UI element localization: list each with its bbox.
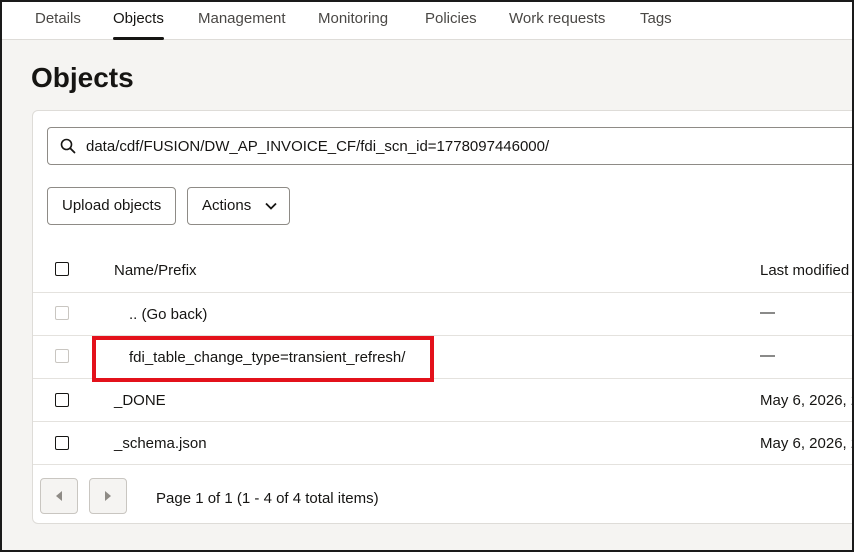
row-last-modified: — (760, 347, 775, 364)
tab-management[interactable]: Management (198, 2, 286, 40)
actions-label: Actions (202, 197, 252, 214)
tab-monitoring[interactable]: Monitoring (318, 2, 388, 40)
row-checkbox (55, 349, 69, 363)
chevron-right-icon (105, 491, 111, 501)
search-input[interactable] (86, 128, 852, 164)
row-checkbox (55, 306, 69, 320)
row-name[interactable]: _schema.json (114, 435, 207, 452)
table-row[interactable]: .. (Go back) — (33, 293, 852, 336)
tab-policies[interactable]: Policies (425, 2, 477, 40)
row-name[interactable]: _DONE (114, 392, 166, 409)
row-last-modified: May 6, 2026, 2 (760, 435, 854, 452)
actions-button[interactable]: Actions (187, 187, 291, 225)
previous-page-button[interactable] (40, 478, 78, 514)
tab-objects[interactable]: Objects (113, 2, 164, 40)
chevron-down-icon (265, 202, 278, 210)
search-box[interactable] (47, 127, 852, 165)
app-frame: Details Objects Management Monitoring Po… (0, 0, 854, 552)
table-header: Name/Prefix Last modified (33, 247, 852, 293)
row-name[interactable]: .. (Go back) (129, 306, 207, 323)
highlight-box (92, 336, 434, 382)
upload-objects-label: Upload objects (62, 197, 162, 214)
page-title: Objects (31, 62, 134, 93)
row-checkbox[interactable] (55, 393, 69, 407)
search-icon (60, 138, 76, 154)
tab-bar: Details Objects Management Monitoring Po… (2, 2, 852, 40)
row-checkbox[interactable] (55, 436, 69, 450)
tab-tags[interactable]: Tags (640, 2, 672, 40)
column-header-name: Name/Prefix (114, 262, 197, 279)
row-last-modified: — (760, 304, 775, 321)
column-header-last-modified: Last modified (760, 262, 850, 279)
upload-objects-button[interactable]: Upload objects (47, 187, 177, 225)
tab-details[interactable]: Details (35, 2, 81, 40)
chevron-left-icon (56, 491, 62, 501)
tab-work-requests[interactable]: Work requests (509, 2, 605, 40)
next-page-button[interactable] (89, 478, 127, 514)
pagination-summary: Page 1 of 1 (1 - 4 of 4 total items) (156, 490, 379, 507)
row-last-modified: May 6, 2026, 2 (760, 392, 854, 409)
select-all-checkbox[interactable] (55, 262, 69, 276)
table-row[interactable]: _DONE May 6, 2026, 2 (33, 379, 854, 422)
objects-card: Upload objects Actions Name/Prefix Last … (32, 110, 854, 524)
table-row[interactable]: _schema.json May 6, 2026, 2 (33, 422, 854, 465)
